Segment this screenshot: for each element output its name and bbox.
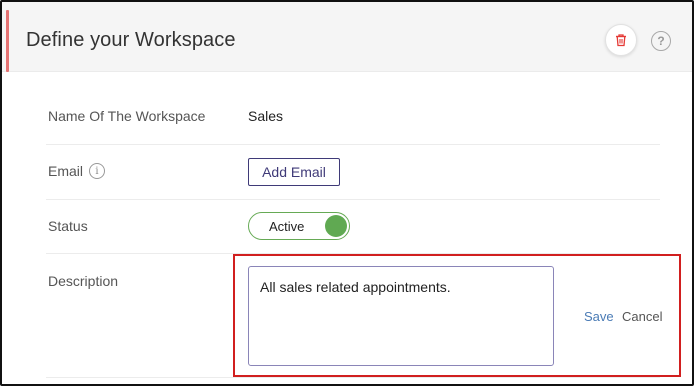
name-value: Sales — [248, 108, 284, 124]
info-icon[interactable]: i — [89, 163, 105, 179]
workspace-panel: Define your Workspace ? Name Of The Work… — [0, 0, 694, 386]
add-email-button[interactable]: Add Email — [248, 158, 340, 186]
help-button[interactable]: ? — [651, 31, 671, 51]
toggle-knob — [325, 215, 347, 237]
panel-header: Define your Workspace — [2, 2, 692, 72]
question-circle-icon: ? — [657, 34, 665, 48]
status-label: Status — [48, 218, 88, 234]
description-label: Description — [48, 273, 119, 289]
email-label: Email — [48, 163, 84, 179]
description-textarea[interactable]: All sales related appointments. — [248, 266, 554, 366]
header-accent-bar — [6, 10, 9, 72]
delete-button[interactable] — [605, 24, 637, 56]
page-title: Define your Workspace — [26, 29, 236, 51]
status-toggle-label: Active — [269, 219, 305, 234]
name-label: Name Of The Workspace — [48, 108, 206, 124]
cancel-link[interactable]: Cancel — [622, 309, 662, 324]
email-row — [46, 145, 660, 200]
status-toggle[interactable]: Active — [248, 212, 350, 240]
trash-icon — [616, 34, 626, 47]
status-row — [46, 200, 660, 254]
save-link[interactable]: Save — [584, 309, 614, 324]
